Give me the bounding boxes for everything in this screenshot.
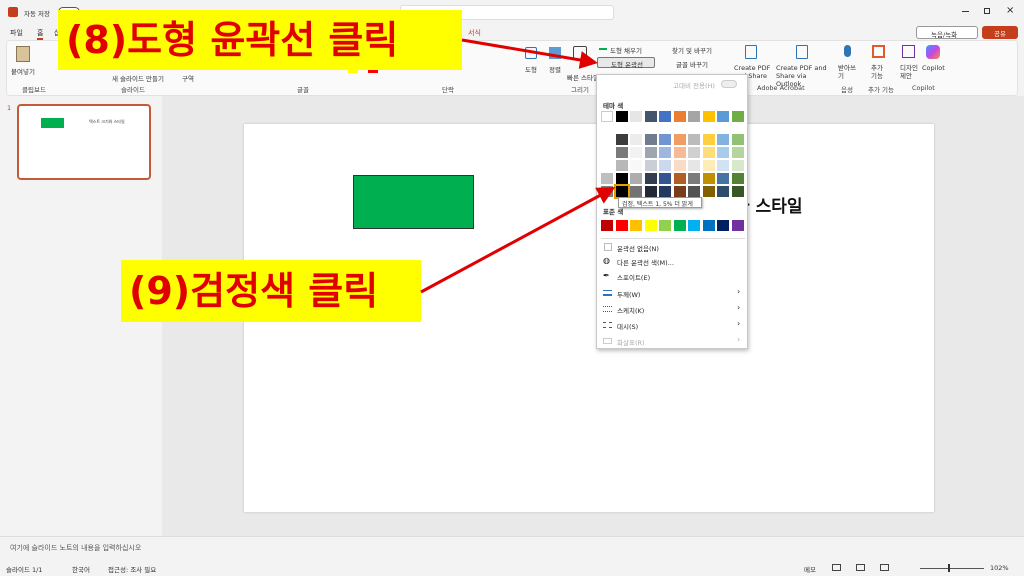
step9-arrow: [420, 187, 616, 294]
zoom-slider-thumb[interactable]: [948, 564, 950, 572]
status-language[interactable]: 한국어: [72, 564, 90, 574]
reading-view-icon[interactable]: [880, 564, 889, 571]
status-accessibility[interactable]: 접근성: 조사 필요: [108, 564, 156, 574]
status-slide-count: 슬라이드 1/1: [6, 566, 43, 574]
notes-placeholder: 여기에 슬라이드 노트의 내용을 입력하십시오: [10, 544, 142, 552]
sorter-view-icon[interactable]: [856, 564, 865, 571]
annotation-arrows: [420, 38, 616, 294]
status-notes-button[interactable]: 메모: [804, 564, 816, 574]
zoom-slider[interactable]: [920, 568, 984, 569]
notes-pane[interactable]: 여기에 슬라이드 노트의 내용을 입력하십시오: [0, 536, 1024, 560]
normal-view-icon[interactable]: [832, 564, 841, 571]
step8-arrow: [461, 38, 598, 69]
status-zoom[interactable]: 102%: [990, 564, 1009, 572]
status-bar: 슬라이드 1/1 한국어 접근성: 조사 필요 메모 102%: [0, 560, 1024, 576]
